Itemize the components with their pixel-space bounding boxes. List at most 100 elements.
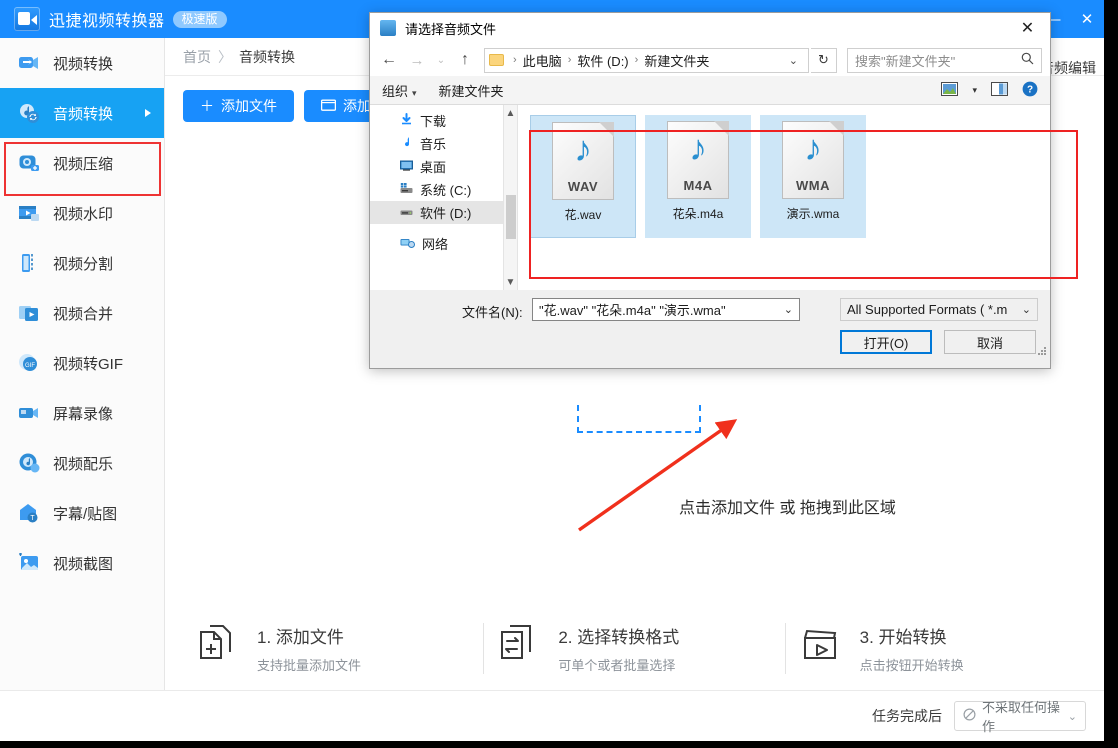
dialog-navigation-bar: ← → ⌄ ↑ › 此电脑 › 软件 (D:) › 新建文件夹 ⌄ ↻ 搜索"新… — [370, 44, 1050, 76]
nav-item-drive-d[interactable]: 软件 (D:) — [370, 201, 517, 224]
forward-icon[interactable]: → — [404, 47, 430, 73]
sidebar-item-video-split[interactable]: 视频分割 — [0, 238, 164, 288]
file-type-filter-select[interactable]: All Supported Formats ( *.m ⌄ — [840, 298, 1038, 321]
audio-file-icon: ♪ M4A — [667, 121, 729, 199]
nav-item-downloads[interactable]: 下载 — [370, 109, 517, 132]
file-name-label: 花.wav — [565, 206, 602, 223]
chevron-down-icon[interactable]: ⌄ — [783, 54, 804, 67]
audio-file-icon: ♪ WAV — [552, 122, 614, 200]
refresh-button[interactable]: ↻ — [811, 48, 837, 73]
step-subtitle: 可单个或者批量选择 — [558, 655, 679, 674]
svg-text:T: T — [30, 515, 35, 522]
filename-label: 文件名(N): — [462, 302, 523, 321]
view-controls: ▾ ? — [941, 81, 1050, 100]
network-icon — [400, 236, 415, 252]
subtitle-sticker-icon: T — [18, 502, 40, 524]
address-part-1[interactable]: 软件 (D:) — [577, 51, 628, 70]
download-icon — [400, 113, 413, 129]
resize-grip-icon[interactable] — [1038, 347, 1047, 356]
close-button[interactable]: ✕ — [1070, 0, 1104, 38]
filename-value: "花.wav" "花朵.m4a" "演示.wma" — [539, 300, 726, 319]
music-note-icon: ♪ — [668, 130, 728, 166]
dialog-command-bar: 组织▾ 新建文件夹 ▾ ? — [370, 76, 1050, 105]
sidebar-item-label: 视频配乐 — [53, 453, 113, 474]
step-title: 2. 选择转换格式 — [558, 623, 679, 648]
step-title: 3. 开始转换 — [860, 623, 964, 648]
address-part-2[interactable]: 新建文件夹 — [644, 51, 709, 70]
sidebar-item-label: 字幕/贴图 — [53, 503, 117, 524]
organize-menu[interactable]: 组织▾ — [382, 81, 417, 100]
file-open-dialog: 请选择音频文件 ✕ ← → ⌄ ↑ › 此电脑 › 软件 (D:) › 新建文件… — [369, 12, 1051, 369]
scroll-up-icon[interactable]: ▲ — [506, 105, 516, 121]
folder-icon — [489, 54, 504, 66]
address-separator-icon: › — [565, 54, 575, 66]
help-icon[interactable]: ? — [1022, 81, 1038, 100]
address-part-0[interactable]: 此电脑 — [523, 51, 562, 70]
sidebar-item-label: 视频水印 — [53, 203, 113, 224]
address-bar[interactable]: › 此电脑 › 软件 (D:) › 新建文件夹 ⌄ — [484, 48, 809, 73]
search-input[interactable]: 搜索"新建文件夹" — [847, 48, 1042, 73]
sidebar-item-label: 视频转GIF — [53, 353, 123, 374]
sidebar-item-video-convert[interactable]: 视频转换 — [0, 38, 164, 88]
nav-item-drive-c[interactable]: 系统 (C:) — [370, 178, 517, 201]
dialog-app-icon — [380, 20, 396, 36]
back-icon[interactable]: ← — [376, 47, 402, 73]
sidebar-item-video-screenshot[interactable]: 视频截图 — [0, 538, 164, 588]
add-file-label: 添加文件 — [221, 96, 277, 116]
sidebar-item-audio-convert[interactable]: 音频转换 — [0, 88, 164, 138]
sidebar-item-video-merge[interactable]: 视频合并 — [0, 288, 164, 338]
video-to-gif-icon: GIF — [18, 352, 40, 374]
file-type-filter-value: All Supported Formats ( *.m — [847, 302, 1007, 317]
music-note-icon: ♪ — [553, 131, 613, 167]
after-task-select[interactable]: 不采取任何操作 ⌄ — [954, 701, 1086, 731]
nav-item-network[interactable]: 网络 — [370, 232, 517, 255]
sidebar-item-video-compress[interactable]: 视频压缩 — [0, 138, 164, 188]
sidebar-item-screen-record[interactable]: 屏幕录像 — [0, 388, 164, 438]
view-mode-caret-icon[interactable]: ▾ — [972, 85, 977, 96]
dialog-body: 下载 音乐 桌面 系统 (C:) 软件 (D:) 网络 — [370, 105, 1050, 290]
add-file-button[interactable]: ＋ 添加文件 — [183, 90, 294, 122]
preview-pane-icon[interactable] — [991, 82, 1008, 99]
file-extension-label: WMA — [796, 178, 830, 193]
dialog-titlebar: 请选择音频文件 ✕ — [370, 13, 1050, 44]
sidebar-item-video-watermark[interactable]: 视频水印 — [0, 188, 164, 238]
sidebar-item-video-to-gif[interactable]: GIF 视频转GIF — [0, 338, 164, 388]
file-name-label: 花朵.m4a — [673, 205, 724, 222]
sidebar-item-subtitle-sticker[interactable]: T 字幕/贴图 — [0, 488, 164, 538]
step-title: 1. 添加文件 — [257, 623, 361, 648]
chevron-down-icon[interactable]: ⌄ — [1022, 303, 1031, 316]
sidebar-item-video-music[interactable]: 视频配乐 — [0, 438, 164, 488]
file-item[interactable]: ♪ WAV 花.wav — [530, 115, 636, 238]
scroll-down-icon[interactable]: ▼ — [506, 274, 516, 290]
file-item[interactable]: ♪ M4A 花朵.m4a — [645, 115, 751, 238]
swap-format-icon — [498, 625, 542, 672]
up-icon[interactable]: ↑ — [452, 47, 478, 73]
music-note-icon: ♪ — [783, 130, 843, 166]
steps-guide: 1. 添加文件 支持批量添加文件 2. 选择转换格式 可单个或者批量选择 3 — [183, 598, 1086, 698]
nav-item-label: 系统 (C:) — [420, 180, 471, 199]
video-screenshot-icon — [18, 552, 40, 574]
open-button[interactable]: 打开(O) — [840, 330, 932, 354]
filename-input[interactable]: "花.wav" "花朵.m4a" "演示.wma" ⌄ — [532, 298, 800, 321]
breadcrumb-home[interactable]: 首页 — [183, 47, 211, 67]
cancel-button[interactable]: 取消 — [944, 330, 1036, 354]
nav-item-desktop[interactable]: 桌面 — [370, 155, 517, 178]
scrollbar-thumb[interactable] — [506, 195, 516, 239]
nav-tree-scrollbar[interactable]: ▲ ▼ — [503, 105, 517, 290]
dialog-close-button[interactable]: ✕ — [1005, 13, 1050, 44]
file-item[interactable]: ♪ WMA 演示.wma — [760, 115, 866, 238]
sidebar-item-label: 视频截图 — [53, 553, 113, 574]
chevron-down-icon[interactable]: ⌄ — [784, 303, 793, 316]
file-extension-label: M4A — [684, 178, 713, 193]
new-folder-button[interactable]: 新建文件夹 — [439, 81, 504, 100]
address-separator-icon: › — [510, 54, 520, 66]
nav-item-music[interactable]: 音乐 — [370, 132, 517, 155]
history-dropdown-icon[interactable]: ⌄ — [432, 47, 450, 73]
drive-system-icon — [400, 182, 413, 198]
view-mode-icon[interactable] — [941, 82, 958, 99]
desktop-icon — [400, 159, 413, 175]
video-split-icon — [18, 252, 40, 274]
video-watermark-icon — [18, 202, 40, 224]
music-note-icon — [400, 136, 413, 152]
sidebar-item-label: 音频转换 — [53, 103, 113, 124]
